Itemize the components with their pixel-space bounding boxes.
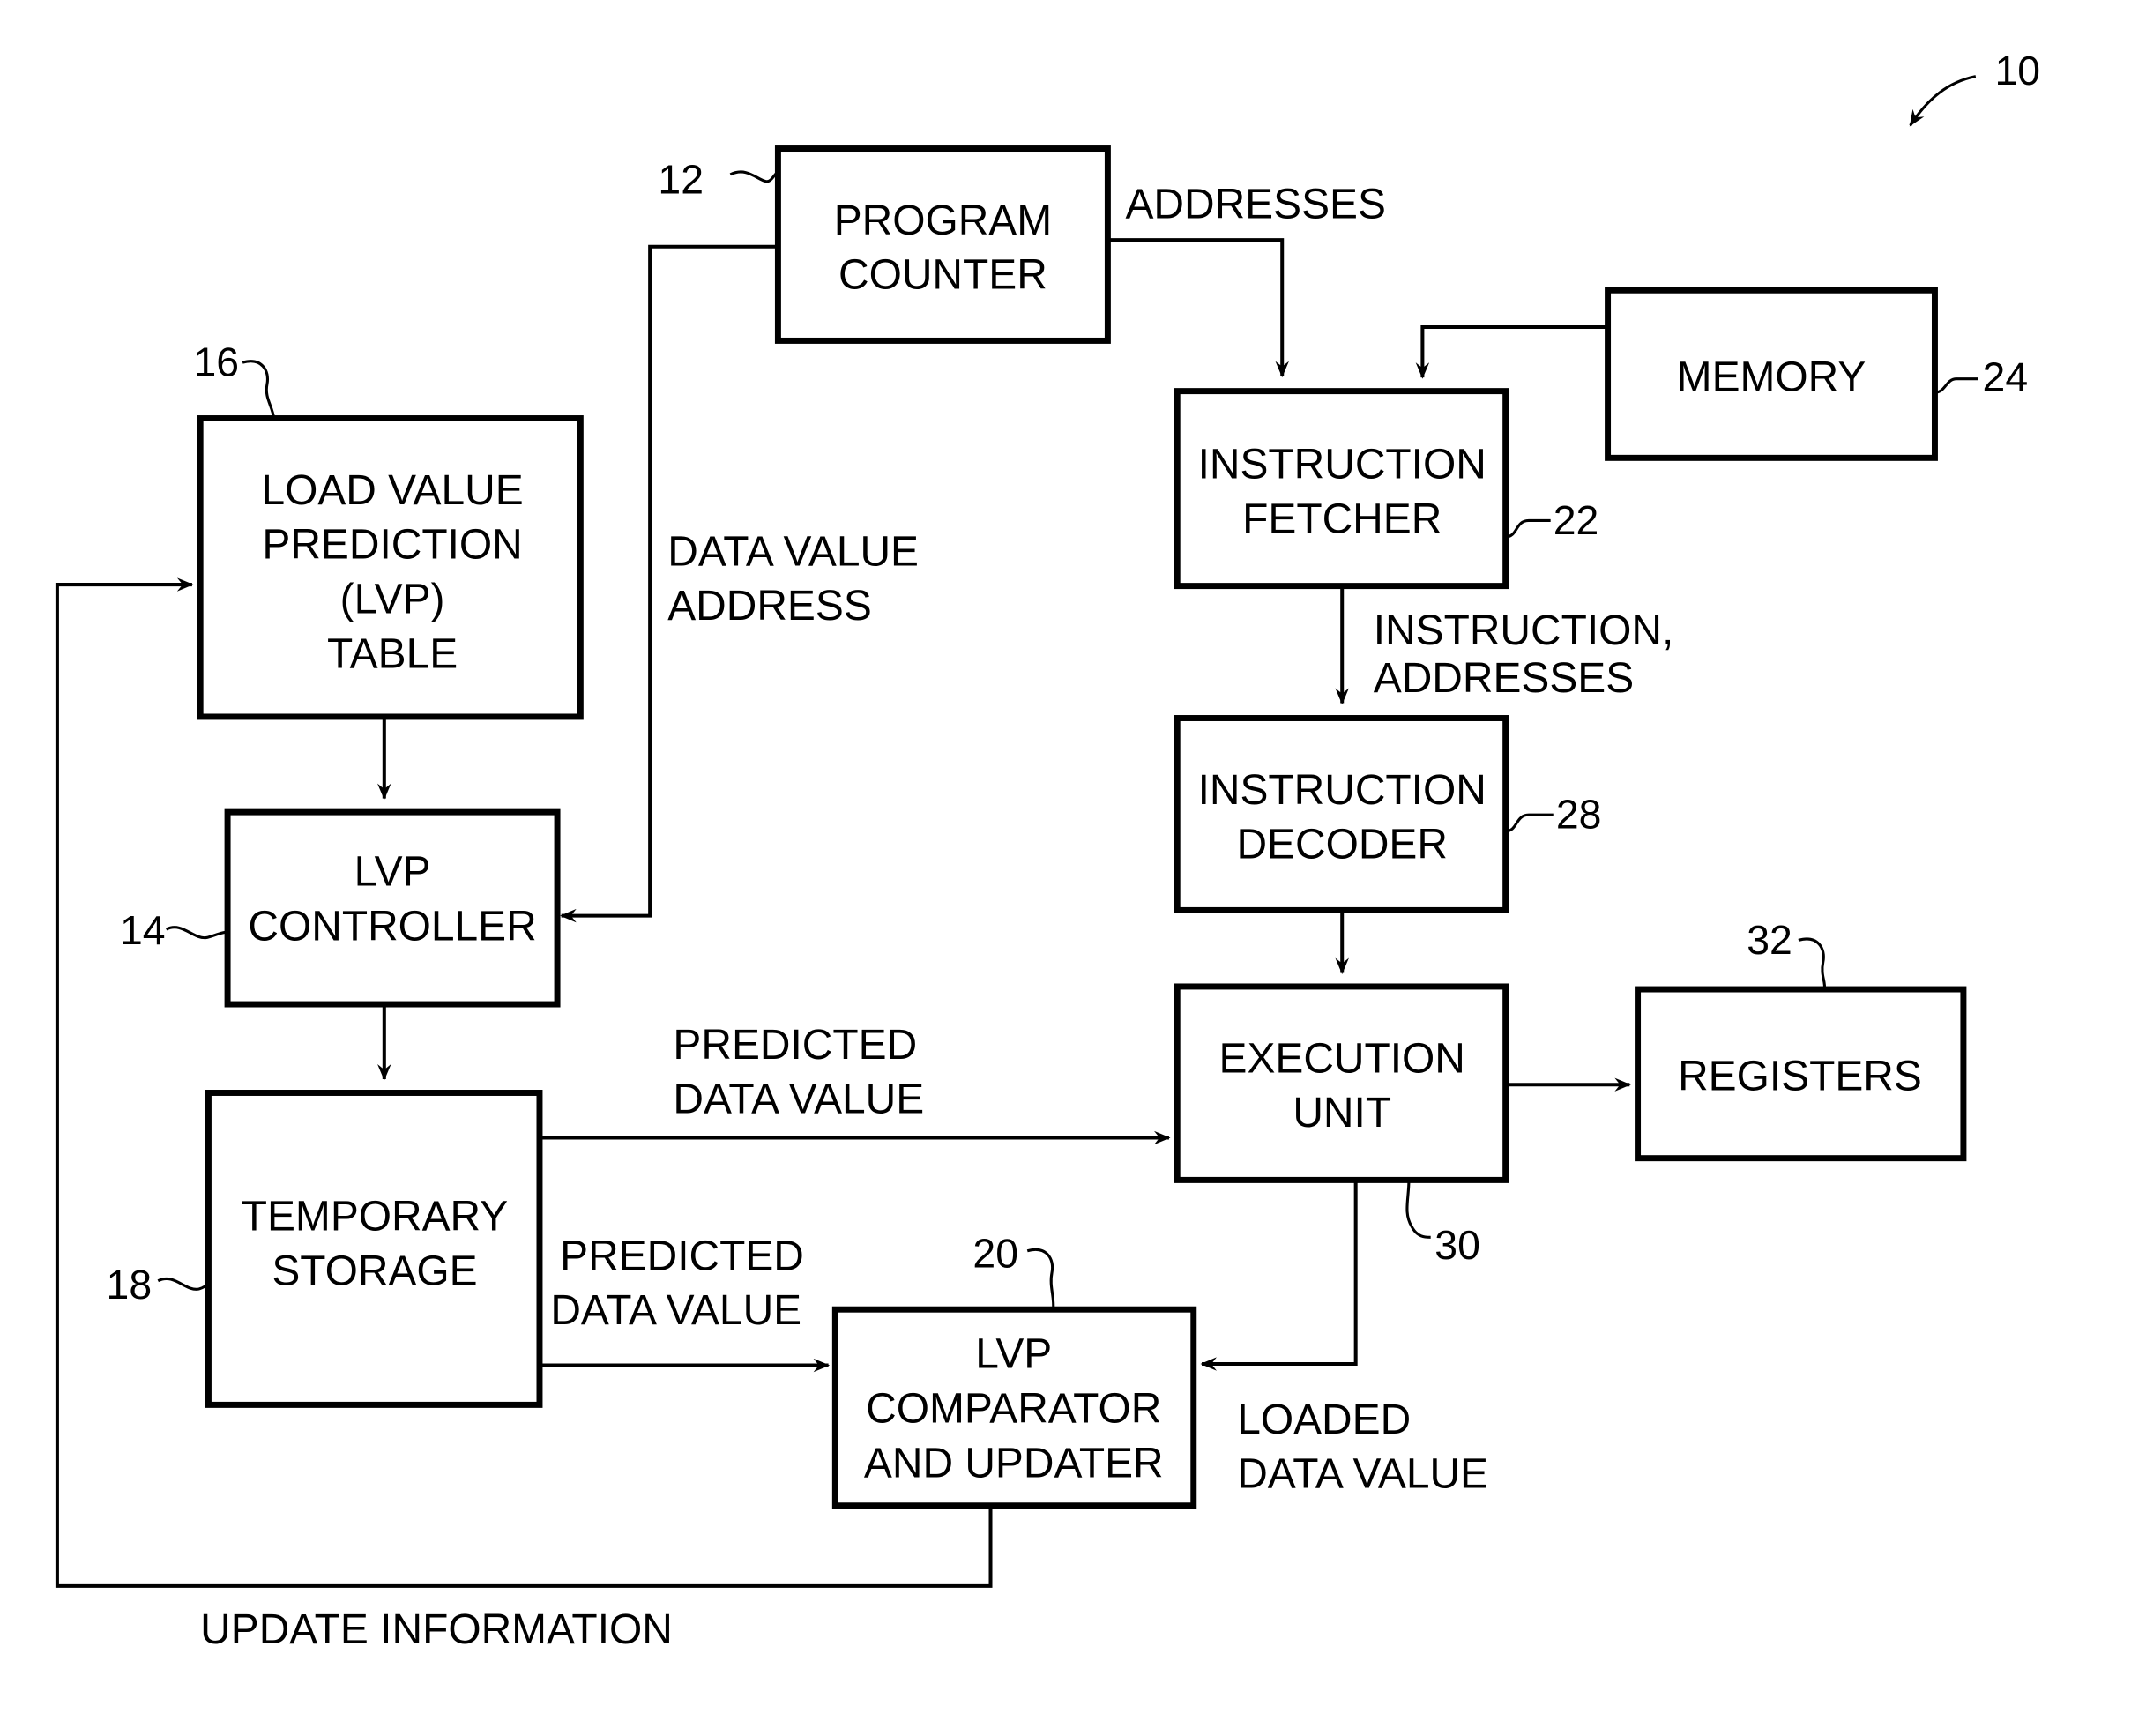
memory-leader (1934, 377, 1978, 394)
wire-execution-to-comparator (1200, 1182, 1358, 1371)
label-instruction-addresses-2: ADDRESSES (1374, 655, 1634, 702)
label-predicted-comparator-1: PREDICTED (560, 1233, 804, 1279)
instruction-fetcher-leader (1505, 518, 1551, 539)
memory-ref: 24 (1983, 354, 2029, 400)
execution-unit-box (1174, 983, 1509, 1183)
registers-leader (1798, 937, 1827, 990)
program-counter-ref: 12 (658, 157, 704, 203)
program-counter-line-2: COUNTER (838, 252, 1047, 299)
instruction-fetcher-block: INSTRUCTION FETCHER 22 (1174, 388, 1599, 590)
figure-ref-label: 10 (1994, 48, 2040, 93)
figure-ref-10: 10 (1909, 48, 2040, 127)
label-data-value-address-1: DATA VALUE (667, 528, 919, 575)
lvp-controller-line-2: CONTROLLER (248, 903, 536, 950)
lvp-comparator-line-3: AND UPDATER (864, 1440, 1164, 1486)
label-loaded-data-value-1: LOADED (1237, 1397, 1411, 1443)
lvp-table-ref: 16 (193, 339, 239, 385)
lvp-controller-line-1: LVP (354, 849, 431, 896)
lvp-table-line-1: LOAD VALUE (261, 467, 523, 514)
label-predicted-comparator-2: DATA VALUE (550, 1287, 801, 1334)
label-predicted-exec-2: DATA VALUE (673, 1077, 924, 1123)
program-counter-block: PROGRAM COUNTER 12 (658, 145, 1111, 344)
lvp-table-block: LOAD VALUE PREDICTION (LVP) TABLE 16 (193, 339, 584, 720)
instruction-decoder-box (1174, 715, 1509, 913)
execution-unit-line-2: UNIT (1293, 1090, 1391, 1136)
instruction-decoder-ref: 28 (1556, 792, 1602, 838)
label-data-value-address-2: ADDRESS (667, 583, 872, 630)
label-instruction-addresses-1: INSTRUCTION, (1374, 607, 1674, 654)
temporary-storage-line-2: STORAGE (272, 1248, 477, 1294)
execution-unit-ref: 30 (1434, 1222, 1480, 1268)
lvp-comparator-block: LVP COMPARATOR AND UPDATER 20 (831, 1230, 1197, 1509)
lvp-comparator-ref: 20 (972, 1230, 1018, 1276)
instruction-decoder-line-2: DECODER (1236, 822, 1447, 868)
wire-pc-to-controller (560, 244, 779, 923)
temporary-storage-line-1: TEMPORARY (242, 1194, 508, 1241)
wire-memory-to-fetcher (1415, 324, 1608, 379)
program-counter-leader (729, 170, 779, 183)
label-predicted-exec-1: PREDICTED (673, 1022, 917, 1069)
instruction-decoder-leader (1505, 813, 1554, 833)
temporary-storage-block: TEMPORARY STORAGE 18 (107, 1090, 543, 1408)
instruction-fetcher-line-1: INSTRUCTION (1198, 442, 1486, 488)
memory-line-1: MEMORY (1677, 354, 1866, 401)
program-counter-line-1: PROGRAM (834, 197, 1052, 244)
wire-pc-to-fetcher (1107, 238, 1289, 378)
program-counter-box (774, 145, 1111, 344)
lvp-controller-ref: 14 (120, 907, 166, 953)
lvp-controller-leader (165, 926, 228, 939)
lvp-table-line-4: TABLE (327, 630, 458, 677)
instruction-fetcher-box (1174, 388, 1509, 590)
label-loaded-data-value-2: DATA VALUE (1237, 1451, 1488, 1498)
execution-unit-block: EXECUTION UNIT 30 (1174, 983, 1509, 1268)
instruction-fetcher-ref: 22 (1554, 497, 1599, 543)
figure-pointer-arrow (1909, 75, 1977, 127)
lvp-comparator-leader (1026, 1248, 1055, 1310)
instruction-decoder-line-1: INSTRUCTION (1198, 767, 1486, 814)
lvp-comparator-line-1: LVP (975, 1331, 1052, 1378)
temporary-storage-ref: 18 (107, 1262, 153, 1308)
registers-line-1: REGISTERS (1678, 1053, 1922, 1099)
label-addresses: ADDRESSES (1125, 181, 1385, 227)
lvp-table-leader (242, 360, 276, 419)
temporary-storage-leader (157, 1278, 209, 1291)
instruction-fetcher-line-2: FETCHER (1242, 495, 1442, 542)
lvp-controller-block: LVP CONTROLLER 14 (120, 808, 561, 1008)
memory-block: MEMORY 24 (1605, 287, 2029, 461)
instruction-decoder-block: INSTRUCTION DECODER 28 (1174, 715, 1602, 913)
registers-ref: 32 (1747, 917, 1792, 963)
registers-block: REGISTERS 32 (1635, 917, 1967, 1162)
execution-unit-line-1: EXECUTION (1219, 1035, 1465, 1082)
lvp-comparator-line-2: COMPARATOR (866, 1385, 1161, 1432)
block-diagram: 10 PROGRAM COUNTER 12 MEMORY 24 INSTRUCT… (55, 48, 2040, 1653)
label-update-information: UPDATE INFORMATION (200, 1606, 673, 1653)
execution-unit-leader (1405, 1180, 1431, 1239)
lvp-table-line-3: (LVP) (340, 577, 445, 623)
lvp-table-line-2: PREDICTION (262, 522, 522, 569)
